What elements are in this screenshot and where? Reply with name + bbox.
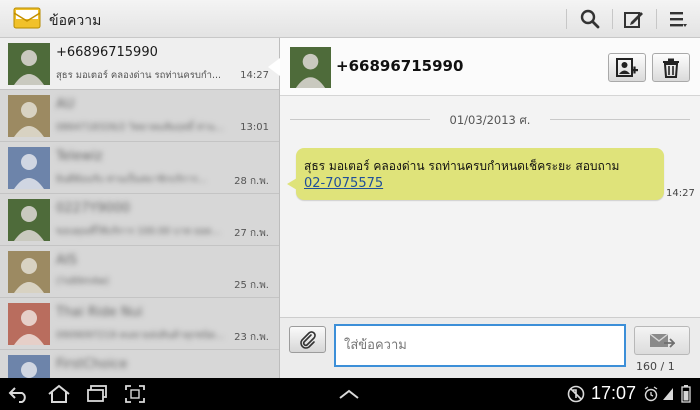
battery-status [679, 381, 693, 407]
contact-avatar-icon[interactable] [290, 47, 331, 88]
compose-bar: 160 / 1 [280, 317, 700, 378]
thread-snippet: ขอบคุณที่ใช้บริการ 100.00 บาท ยอด... [56, 226, 221, 237]
search-button[interactable] [568, 0, 612, 38]
selection-pointer [268, 58, 280, 76]
thread-name: 0227Y9000 [56, 201, 131, 216]
alarm-status [643, 381, 659, 407]
thread-name: AIS [56, 253, 77, 268]
compose-button[interactable] [612, 0, 656, 38]
thread-snippet: สุธร มอเตอร์ คลองด่าน รถท่านครบกำ... [56, 70, 222, 81]
thread-item[interactable]: Telewiz ยินดีต้อนรับ ท่านเป็นสมาชิกบริกา… [0, 142, 279, 194]
no-sync-icon [567, 385, 585, 403]
message-text: สุธร มอเตอร์ คลองด่าน รถท่านครบกำหนดเช็ค… [304, 159, 620, 173]
contact-avatar-icon [8, 355, 50, 378]
phone-link[interactable]: 02-7075575 [304, 176, 383, 191]
message-time: 14:27 [666, 188, 695, 199]
message-input[interactable] [334, 324, 626, 367]
app-title: ข้อความ [49, 13, 102, 29]
add-contact-icon [616, 57, 638, 77]
screenshot-icon [125, 385, 145, 403]
thread-name: FirstChoice [56, 357, 128, 372]
contact-avatar-icon [8, 147, 50, 189]
contact-avatar-icon [8, 251, 50, 293]
thread-name: AU [56, 97, 75, 112]
envelope-icon [13, 7, 41, 29]
back-icon [8, 387, 26, 403]
thread-time: 13:01 [240, 122, 269, 133]
screenshot-button[interactable] [120, 381, 150, 407]
add-contact-button[interactable] [608, 53, 646, 82]
paperclip-icon [299, 330, 316, 349]
menu-icon [670, 12, 687, 27]
thread-item[interactable]: AU 0864718326/2 วิทยาคมสัมฤทธิ์ ท่าน... … [0, 90, 279, 142]
thread-name: Telewiz [56, 149, 103, 164]
delete-button[interactable] [652, 53, 690, 82]
collapse-icon [339, 389, 359, 399]
thread-snippet: 0909097219 คนขายส่งสินค้าทุกชนิด... [56, 330, 225, 341]
thread-item[interactable]: Thai Ride Nui 0909097219 คนขายส่งสินค้าท… [0, 298, 279, 350]
thread-item[interactable]: 0227Y9000 ขอบคุณที่ใช้บริการ 100.00 บาท … [0, 194, 279, 246]
contact-number: +66896715990 [336, 57, 464, 75]
conversation-pane: +66896715990 01/03/2013 ศ. สุธร มอเตอร์ … [280, 38, 700, 378]
thread-snippet: (?x89m4w) [56, 276, 110, 287]
thread-time: 28 ก.พ. [234, 176, 269, 187]
menu-button[interactable] [656, 0, 700, 38]
search-icon [580, 9, 600, 29]
thread-name: +66896715990 [56, 45, 158, 60]
message-bubble[interactable]: สุธร มอเตอร์ คลองด่าน รถท่านครบกำหนดเช็ค… [287, 148, 664, 200]
recent-apps-icon [87, 385, 107, 402]
alarm-icon [644, 386, 658, 402]
trash-icon [663, 58, 679, 78]
compose-icon [624, 12, 643, 28]
clock: 17:07 [591, 383, 637, 403]
no-sync-status [566, 381, 586, 407]
action-bar: ข้อความ [0, 0, 700, 38]
conversation-header: +66896715990 [280, 38, 700, 96]
attach-button[interactable] [289, 326, 326, 353]
thread-item[interactable]: +66896715990 สุธร มอเตอร์ คลองด่าน รถท่า… [0, 38, 279, 90]
thread-list[interactable]: +66896715990 สุธร มอเตอร์ คลองด่าน รถท่า… [0, 38, 280, 378]
divider [566, 9, 567, 29]
thread-time: 25 ก.พ. [234, 280, 269, 291]
contact-avatar-icon [8, 43, 50, 85]
battery-icon [681, 385, 691, 403]
thread-snippet: ยินดีต้อนรับ ท่านเป็นสมาชิกบริการ... [56, 174, 207, 185]
signal-icon [663, 388, 673, 400]
back-button[interactable] [4, 381, 34, 407]
contact-avatar-icon [8, 95, 50, 137]
thread-name: Thai Ride Nui [56, 305, 143, 320]
send-button[interactable] [634, 326, 690, 355]
system-nav-bar: 17:07 [0, 378, 700, 410]
home-button[interactable] [44, 381, 74, 407]
send-icon [649, 332, 675, 348]
home-icon [48, 384, 70, 403]
contact-avatar-icon [8, 303, 50, 345]
date-divider: 01/03/2013 ศ. [290, 112, 690, 128]
thread-item[interactable]: AIS (?x89m4w) 25 ก.พ. [0, 246, 279, 298]
contact-avatar-icon [8, 199, 50, 241]
recent-apps-button[interactable] [82, 381, 112, 407]
collapse-button[interactable] [334, 381, 364, 407]
thread-time: 27 ก.พ. [234, 228, 269, 239]
thread-snippet: 0864718326/2 วิทยาคมสัมฤทธิ์ ท่าน... [56, 122, 224, 133]
char-counter: 160 / 1 [636, 360, 675, 373]
thread-time: 23 ก.พ. [234, 332, 269, 343]
signal-status [661, 381, 675, 407]
date-label: 01/03/2013 ศ. [449, 113, 531, 127]
thread-item[interactable]: FirstChoice [0, 350, 279, 378]
thread-time: 14:27 [240, 70, 269, 81]
